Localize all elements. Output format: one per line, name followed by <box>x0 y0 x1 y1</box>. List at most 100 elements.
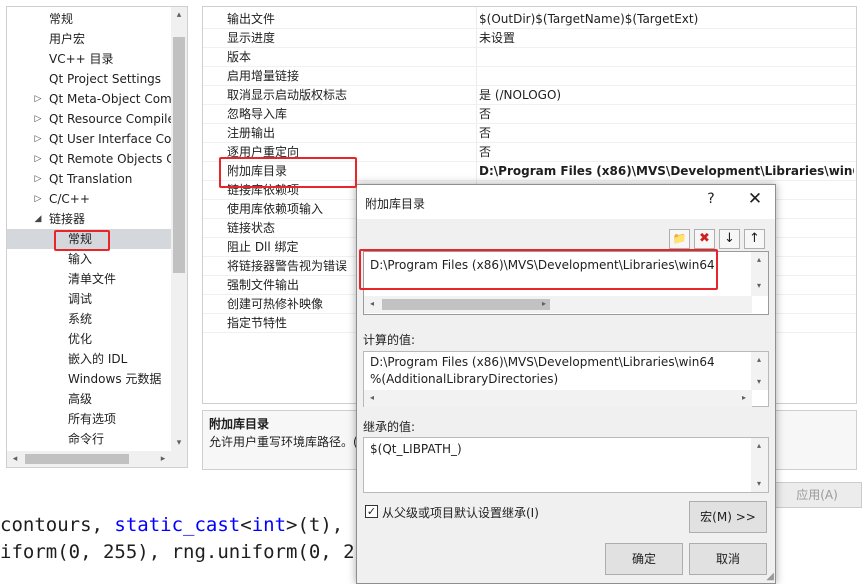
property-row[interactable]: 启用增量链接 <box>203 67 856 86</box>
tree-item[interactable]: 所有选项 <box>7 409 173 429</box>
tree-item[interactable]: 优化 <box>7 329 173 349</box>
ok-button[interactable]: 确定 <box>605 543 683 575</box>
scroll-down-icon[interactable]: ▾ <box>751 374 767 390</box>
scroll-left-icon[interactable]: ◂ <box>7 451 23 467</box>
scroll-left-icon[interactable]: ◂ <box>364 390 380 406</box>
property-value[interactable]: $(OutDir)$(TargetName)$(TargetExt) <box>479 10 854 29</box>
collapsed-chevron-icon[interactable]: ▷ <box>33 129 43 149</box>
scroll-right-icon[interactable]: ▸ <box>536 296 552 312</box>
tree-item[interactable]: Windows 元数据 <box>7 369 173 389</box>
property-value[interactable]: 否 <box>479 105 854 124</box>
close-icon[interactable]: ✕ <box>745 189 765 209</box>
scroll-down-icon[interactable]: ▾ <box>171 435 187 451</box>
property-name: 强制文件输出 <box>227 278 300 292</box>
delete-line-button[interactable]: ✖ <box>694 229 715 249</box>
property-value[interactable]: 未设置 <box>479 29 854 48</box>
property-row[interactable]: 显示进度 未设置 <box>203 29 856 48</box>
description-title: 附加库目录 <box>209 417 270 431</box>
highlight-box-tree-general <box>54 230 110 251</box>
help-icon[interactable]: ? <box>701 191 721 207</box>
macros-button[interactable]: 宏(M) >> <box>689 501 767 533</box>
apply-button[interactable]: 应用(A) <box>772 482 862 508</box>
tree-item[interactable]: 命令行 <box>7 429 173 449</box>
tree-item[interactable]: Qt Project Settings <box>7 69 173 89</box>
property-name: 创建可热修补映像 <box>227 297 324 311</box>
inherited-vscroll[interactable]: ▴ ▾ <box>751 438 768 492</box>
tree-item[interactable]: ▷ Qt Meta-Object Compiler <box>7 89 173 109</box>
tree-item[interactable]: ◢ 链接器 <box>7 209 173 229</box>
collapsed-chevron-icon[interactable]: ▷ <box>33 109 43 129</box>
scroll-up-icon[interactable]: ▴ <box>751 438 767 454</box>
tree-item[interactable]: 清单文件 <box>7 269 173 289</box>
tree-item[interactable]: ▷ Qt Remote Objects Compiler <box>7 149 173 169</box>
scroll-right-icon[interactable]: ▸ <box>736 390 752 406</box>
property-value[interactable]: 否 <box>479 143 854 162</box>
collapsed-chevron-icon[interactable]: ▷ <box>33 189 43 209</box>
tree-item[interactable]: 高级 <box>7 389 173 409</box>
tree-item[interactable]: 嵌入的 IDL <box>7 349 173 369</box>
expanded-chevron-icon[interactable]: ◢ <box>33 209 43 229</box>
tree-item[interactable]: 调试 <box>7 289 173 309</box>
tree-vertical-scrollbar[interactable]: ▴ ▾ <box>171 7 187 451</box>
tree-item[interactable]: 常规 <box>7 9 173 29</box>
move-up-button[interactable]: ↑ <box>744 229 765 249</box>
property-name: 注册输出 <box>227 126 276 140</box>
highlight-box-additional-lib-dirs <box>219 157 357 188</box>
property-row[interactable]: 输出文件 $(OutDir)$(TargetName)$(TargetExt) <box>203 10 856 29</box>
delete-icon: ✖ <box>699 231 710 246</box>
hscroll-thumb[interactable] <box>382 299 550 310</box>
move-down-button[interactable]: ↓ <box>719 229 740 249</box>
scroll-down-icon[interactable]: ▾ <box>751 476 767 492</box>
arrow-up-icon: ↑ <box>749 231 760 246</box>
cancel-button[interactable]: 取消 <box>689 543 767 575</box>
tree-item-label: Qt User Interface Compiler <box>49 132 173 146</box>
tree-hscroll-thumb[interactable] <box>25 454 129 464</box>
new-line-button[interactable]: 📁 <box>669 229 690 249</box>
property-row[interactable]: 注册输出 否 <box>203 124 856 143</box>
scroll-up-icon[interactable]: ▴ <box>751 352 767 368</box>
scroll-right-icon[interactable]: ▸ <box>155 451 171 467</box>
computed-hscroll[interactable]: ◂ ▸ <box>364 390 752 407</box>
collapsed-chevron-icon[interactable]: ▷ <box>33 89 43 109</box>
collapsed-chevron-icon[interactable]: ▷ <box>33 149 43 169</box>
property-row[interactable]: 版本 <box>203 48 856 67</box>
tree-item[interactable]: ▷ Qt Resource Compiler <box>7 109 173 129</box>
property-value[interactable]: 否 <box>479 124 854 143</box>
tree-item-label: Windows 元数据 <box>68 372 162 386</box>
directory-list-hscroll[interactable]: ◂ ▸ <box>364 296 752 313</box>
tree-item[interactable]: 输入 <box>7 249 173 269</box>
property-value[interactable]: 是 (/NOLOGO) <box>479 86 854 105</box>
scroll-down-icon[interactable]: ▾ <box>751 278 767 294</box>
tree-item[interactable]: VC++ 目录 <box>7 49 173 69</box>
property-value[interactable]: D:\Program Files (x86)\MVS\Development\L… <box>479 162 854 181</box>
property-row[interactable]: 取消显示启动版权标志 是 (/NOLOGO) <box>203 86 856 105</box>
scroll-up-icon[interactable]: ▴ <box>171 7 187 23</box>
tree-item[interactable]: ▷ Qt Translation <box>7 169 173 189</box>
background-code-editor: contours, static_cast<int>(t), iform(0, … <box>0 512 360 566</box>
tree-horizontal-scrollbar[interactable]: ◂ ▸ <box>7 451 187 467</box>
tree-item-label: Qt Translation <box>49 172 133 186</box>
inherited-values-box: $(Qt_LIBPATH_) ▴ ▾ <box>363 437 769 493</box>
tree-list: 常规 用户宏 VC++ 目录 Qt Project Settings ▷ Qt Meta-… <box>7 9 173 449</box>
directory-list-vscroll[interactable]: ▴ ▾ <box>751 252 768 296</box>
dialog-titlebar[interactable]: 附加库目录 ? ✕ <box>357 185 775 219</box>
tree-item[interactable]: 用户宏 <box>7 29 173 49</box>
computed-vscroll[interactable]: ▴ ▾ <box>751 352 768 390</box>
tree-item[interactable]: ▷ C/C++ <box>7 189 173 209</box>
property-name: 忽略导入库 <box>227 107 288 121</box>
tree-item[interactable]: 系统 <box>7 309 173 329</box>
collapsed-chevron-icon[interactable]: ▷ <box>33 169 43 189</box>
inherit-checkbox-label[interactable]: 从父级或项目默认设置继承(I) <box>382 504 539 521</box>
resize-grip-icon[interactable]: ◢ <box>766 571 774 582</box>
code-line: contours, static_cast<int>(t), <box>0 514 344 536</box>
additional-library-directories-dialog[interactable]: 附加库目录 ? ✕ 📁 ✖ ↓ ↑ D:\Program Files (x86)… <box>356 184 776 584</box>
scroll-up-icon[interactable]: ▴ <box>751 252 767 268</box>
scroll-left-icon[interactable]: ◂ <box>364 296 380 312</box>
property-row[interactable]: 忽略导入库 否 <box>203 105 856 124</box>
tree-item[interactable]: ▷ Qt User Interface Compiler <box>7 129 173 149</box>
highlight-box-directory-entry <box>359 249 718 290</box>
inherit-checkbox[interactable]: ✓ <box>365 505 378 518</box>
tree-item-label: 输入 <box>68 252 93 266</box>
tree-scroll-thumb[interactable] <box>173 37 185 273</box>
property-name: 链接状态 <box>227 221 276 235</box>
